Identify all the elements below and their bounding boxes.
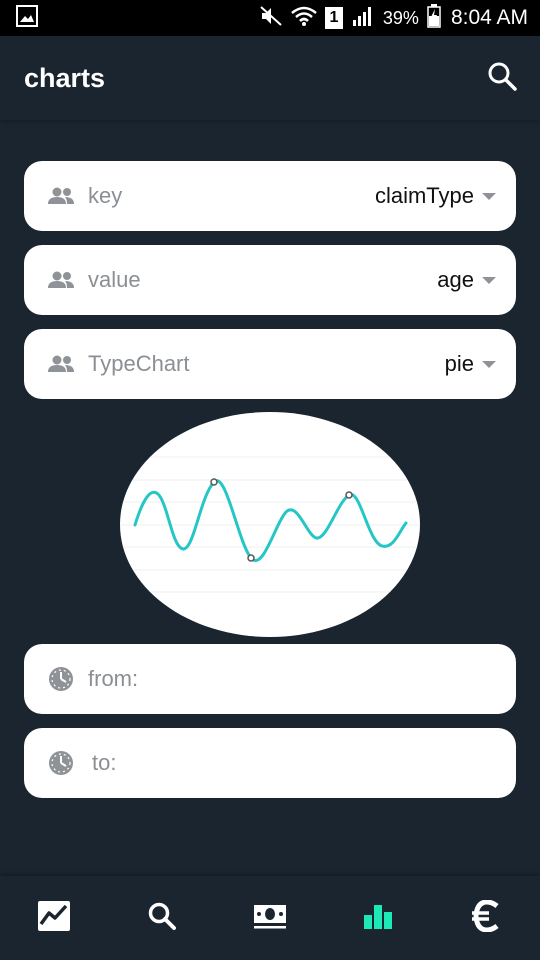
chart-point <box>247 554 255 562</box>
chevron-down-icon <box>482 192 496 200</box>
chevron-down-icon <box>482 360 496 368</box>
bar-chart-icon <box>363 903 393 934</box>
money-icon <box>252 903 288 934</box>
wifi-icon <box>291 5 317 32</box>
from-date-field[interactable]: from: <box>24 644 516 714</box>
clock-time: 8:04 AM <box>450 6 528 29</box>
people-icon <box>46 181 76 211</box>
from-label: from: <box>88 666 139 691</box>
value-label: value <box>88 267 141 292</box>
people-icon <box>46 349 76 379</box>
chart-gridlines <box>120 456 420 593</box>
search-button[interactable] <box>482 58 522 98</box>
sim-icon: 1 <box>324 7 343 29</box>
people-icon <box>46 265 76 295</box>
gallery-icon <box>16 4 38 32</box>
page-title: charts <box>24 62 106 93</box>
nav-chart-line[interactable] <box>24 888 84 948</box>
nav-euro[interactable] <box>456 888 516 948</box>
chart-point <box>210 478 218 486</box>
nav-bar-chart[interactable] <box>348 888 408 948</box>
value-select[interactable]: value age <box>24 245 516 315</box>
chart-line-icon <box>37 900 71 937</box>
key-value: claimType <box>374 183 474 208</box>
nav-money[interactable] <box>240 888 300 948</box>
line-chart-graphic <box>120 456 420 593</box>
signal-icon <box>351 5 375 32</box>
type-chart-label: TypeChart <box>88 351 190 376</box>
status-bar: 1 39% 8:04 AM <box>0 0 540 36</box>
type-chart-value: pie <box>444 351 474 376</box>
chart-illustration <box>120 412 420 637</box>
search-icon <box>487 61 517 96</box>
euro-icon <box>472 898 500 937</box>
mute-icon <box>259 5 283 32</box>
search-icon <box>147 901 177 936</box>
app-bar: charts <box>0 36 540 120</box>
to-label: to: <box>92 750 117 775</box>
clock-icon <box>46 664 76 694</box>
battery-percent: 39% <box>382 7 419 28</box>
chevron-down-icon <box>482 276 496 284</box>
clock-icon <box>46 748 76 778</box>
type-chart-select[interactable]: TypeChart pie <box>24 329 516 399</box>
key-select[interactable]: key claimType <box>24 161 516 231</box>
value-value: age <box>437 267 474 292</box>
sim-slot-number: 1 <box>329 9 339 26</box>
battery-icon <box>427 3 441 33</box>
key-label: key <box>88 183 123 208</box>
nav-search[interactable] <box>132 888 192 948</box>
to-date-field[interactable]: to: <box>24 728 516 798</box>
chart-point <box>345 491 353 499</box>
bottom-navigation <box>0 876 540 960</box>
chart-line <box>133 479 408 562</box>
